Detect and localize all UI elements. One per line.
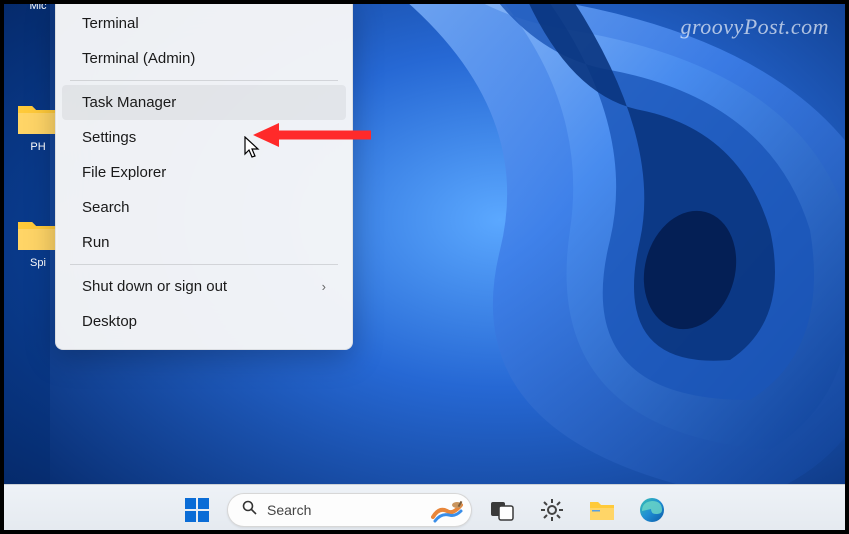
menu-item-label: Terminal (Admin): [82, 50, 195, 67]
chevron-right-icon: ›: [322, 279, 326, 294]
menu-item-label: Run: [82, 234, 110, 251]
menu-item-label: Settings: [82, 129, 136, 146]
folder-icon: [588, 498, 616, 522]
edge-button[interactable]: [632, 490, 672, 530]
winx-context-menu: Terminal Terminal (Admin) Task Manager S…: [55, 0, 353, 350]
file-explorer-button[interactable]: [582, 490, 622, 530]
folder-icon: [16, 216, 60, 252]
menu-item-file-explorer[interactable]: File Explorer: [62, 155, 346, 190]
menu-item-label: Search: [82, 199, 130, 216]
menu-item-label: Desktop: [82, 313, 137, 330]
search-placeholder: Search: [267, 502, 311, 518]
menu-separator: [70, 264, 338, 265]
search-icon: [242, 500, 257, 519]
menu-item-terminal[interactable]: Terminal: [62, 6, 346, 41]
menu-item-terminal-admin[interactable]: Terminal (Admin): [62, 41, 346, 76]
annotation-arrow-icon: [253, 120, 373, 150]
gear-icon: [539, 497, 565, 523]
start-button[interactable]: [177, 490, 217, 530]
paint-decoration-icon: [431, 497, 465, 525]
menu-item-label: Task Manager: [82, 94, 176, 111]
menu-item-shutdown[interactable]: Shut down or sign out ›: [62, 269, 346, 304]
taskbar-search[interactable]: Search: [227, 493, 472, 527]
menu-item-desktop[interactable]: Desktop: [62, 304, 346, 339]
task-view-icon: [490, 499, 514, 521]
menu-separator: [70, 80, 338, 81]
windows-logo-icon: [184, 497, 210, 523]
watermark: groovyPost.com: [680, 14, 829, 40]
menu-item-label: File Explorer: [82, 164, 166, 181]
mouse-cursor-icon: [244, 136, 262, 160]
folder-icon: [16, 100, 60, 136]
menu-item-label: Shut down or sign out: [82, 278, 227, 295]
edge-icon: [638, 496, 666, 524]
menu-item-task-manager[interactable]: Task Manager: [62, 85, 346, 120]
menu-item-run[interactable]: Run: [62, 225, 346, 260]
settings-button[interactable]: [532, 490, 572, 530]
menu-item-label: Terminal: [82, 15, 139, 32]
menu-item-search[interactable]: Search: [62, 190, 346, 225]
taskbar: Search: [0, 484, 849, 534]
task-view-button[interactable]: [482, 490, 522, 530]
